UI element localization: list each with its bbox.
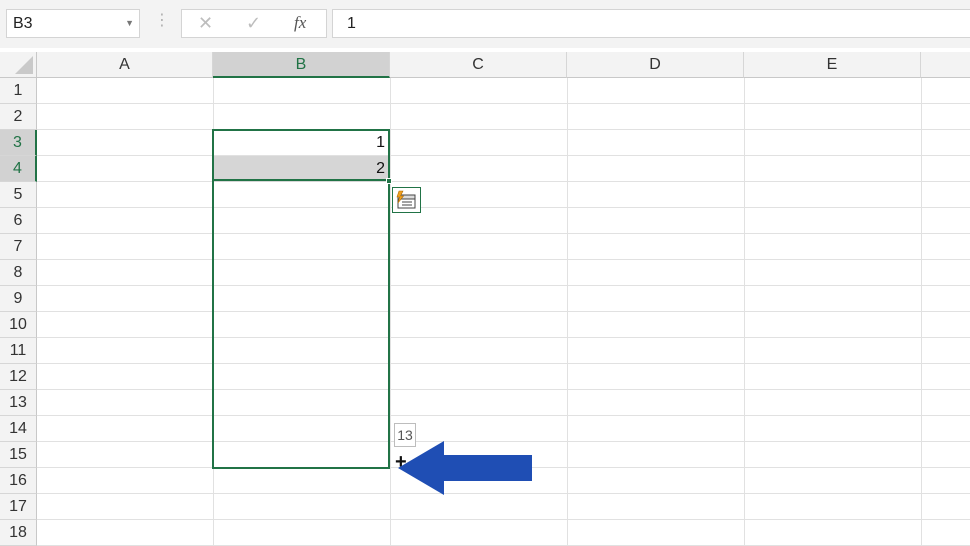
gridline	[37, 311, 970, 312]
formula-input[interactable]: 1	[332, 9, 970, 38]
column-header-e[interactable]: E	[744, 52, 921, 78]
gridline	[744, 78, 745, 546]
gridline	[37, 155, 970, 156]
row-header[interactable]: 13	[0, 390, 37, 416]
gridline	[37, 519, 970, 520]
name-box-value: B3	[13, 15, 33, 32]
spreadsheet-grid[interactable]: A B C D E 1 2 3 4 5 6 7 8 9 10 11 12 13 …	[0, 52, 970, 546]
row-header[interactable]: 12	[0, 364, 37, 390]
fill-handle[interactable]	[386, 178, 392, 184]
row-header[interactable]: 5	[0, 182, 37, 208]
select-all-button[interactable]	[0, 52, 37, 78]
row-header[interactable]: 15	[0, 442, 37, 468]
gridline	[37, 259, 970, 260]
gridline	[37, 103, 970, 104]
gridline	[37, 181, 970, 182]
row-header[interactable]: 10	[0, 312, 37, 338]
check-icon[interactable]: ✓	[246, 13, 261, 34]
pointer-arrow-icon	[398, 441, 532, 495]
gridline	[921, 78, 922, 546]
gridline	[37, 233, 970, 234]
row-header[interactable]: 16	[0, 468, 37, 494]
gridline	[37, 389, 970, 390]
gridline	[37, 129, 970, 130]
gridline	[37, 337, 970, 338]
gridline	[390, 78, 391, 546]
row-header[interactable]: 3	[0, 130, 37, 156]
gridline	[37, 363, 970, 364]
name-box[interactable]: B3 ▼	[6, 9, 140, 38]
autofill-options-icon	[396, 190, 416, 209]
column-header-a[interactable]: A	[37, 52, 213, 78]
chevron-down-icon[interactable]: ▼	[125, 18, 134, 28]
column-header-d[interactable]: D	[567, 52, 744, 78]
gridline	[37, 207, 970, 208]
insert-function-icon[interactable]: fx	[294, 13, 306, 33]
row-header[interactable]: 8	[0, 260, 37, 286]
column-header-b[interactable]: B	[213, 52, 390, 78]
column-header-c[interactable]: C	[390, 52, 567, 78]
row-header[interactable]: 7	[0, 234, 37, 260]
gridline	[37, 285, 970, 286]
column-header-f[interactable]	[921, 52, 970, 78]
gridline	[567, 78, 568, 546]
select-all-icon	[15, 56, 33, 74]
drag-handle-icon[interactable]: ⋮	[154, 12, 170, 30]
row-header[interactable]: 14	[0, 416, 37, 442]
row-header[interactable]: 18	[0, 520, 37, 546]
close-icon[interactable]: ✕	[198, 13, 213, 34]
row-header[interactable]: 11	[0, 338, 37, 364]
row-header[interactable]: 17	[0, 494, 37, 520]
row-header[interactable]: 1	[0, 78, 37, 104]
formula-buttons: ✕ ✓ fx	[181, 9, 327, 38]
formula-value: 1	[347, 15, 356, 32]
row-header[interactable]: 6	[0, 208, 37, 234]
gridline	[37, 415, 970, 416]
row-header[interactable]: 9	[0, 286, 37, 312]
row-header[interactable]: 2	[0, 104, 37, 130]
selection-border	[212, 129, 390, 181]
row-header[interactable]: 4	[0, 156, 37, 182]
autofill-options-button[interactable]	[392, 187, 421, 213]
formula-bar-area: B3 ▼ ⋮ ✕ ✓ fx 1	[0, 0, 970, 48]
